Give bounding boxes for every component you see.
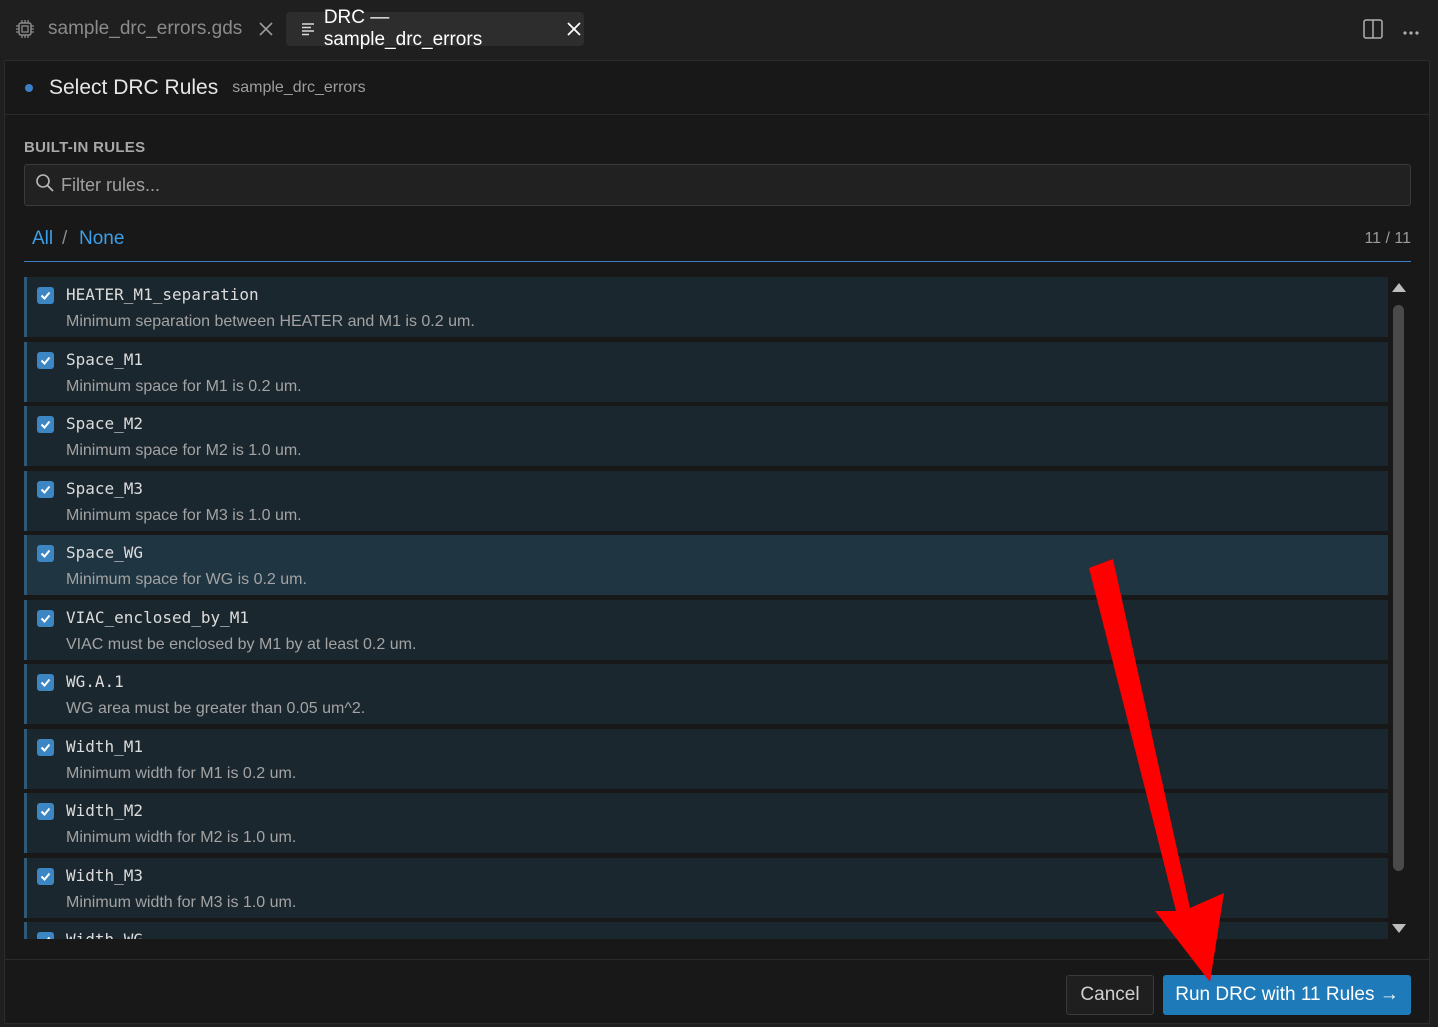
scrollbar[interactable]: [1390, 279, 1408, 939]
scrollbar-thumb[interactable]: [1393, 305, 1404, 871]
rule-item[interactable]: Width_M2 Minimum width for M2 is 1.0 um.: [24, 793, 1388, 853]
rule-item[interactable]: Width_M1 Minimum width for M1 is 0.2 um.: [24, 728, 1388, 789]
checkbox-checked-icon[interactable]: [37, 480, 54, 498]
tab-gds-file[interactable]: sample_drc_errors.gds: [14, 12, 276, 46]
selection-separator: /: [62, 228, 68, 249]
panel-header: Select DRC Rules sample_drc_errors: [5, 61, 1429, 115]
checkbox-checked-icon[interactable]: [37, 867, 54, 885]
rule-item[interactable]: Width_M3 Minimum width for M3 is 1.0 um.: [24, 857, 1388, 918]
rule-description: Minimum separation between HEATER and M1…: [66, 313, 475, 330]
selection-row: All / None 11 / 11: [24, 224, 1411, 262]
rule-name: VIAC_enclosed_by_M1: [66, 607, 250, 627]
rule-description: Minimum width for M1 is 0.2 um.: [66, 764, 297, 782]
rule-name: WG.A.1: [66, 672, 124, 691]
more-actions-icon[interactable]: [1402, 23, 1420, 41]
rule-item[interactable]: WG.A.1 WG area must be greater than 0.05…: [24, 664, 1388, 724]
rule-name: Width_M1: [66, 736, 144, 756]
rule-name: Width_M2: [66, 801, 144, 820]
rule-name: HEATER_M1_separation: [66, 285, 259, 304]
rule-item[interactable]: Space_M3 Minimum space for M3 is 1.0 um.: [24, 470, 1388, 531]
checkbox-checked-icon[interactable]: [37, 609, 54, 627]
drc-panel: Select DRC Rules sample_drc_errors BUILT…: [4, 60, 1430, 1024]
checkbox-checked-icon[interactable]: [37, 674, 54, 691]
select-none-link[interactable]: None: [79, 228, 124, 250]
scroll-down-icon[interactable]: [1392, 921, 1406, 939]
select-all-link[interactable]: All: [32, 228, 53, 250]
split-editor-icon[interactable]: [1362, 18, 1384, 45]
tab-label: sample_drc_errors.gds: [48, 18, 243, 39]
rule-item[interactable]: VIAC_enclosed_by_M1 VIAC must be enclose…: [24, 599, 1388, 660]
rule-item[interactable]: Space_M1 Minimum space for M1 is 0.2 um.: [24, 341, 1388, 402]
rule-list: HEATER_M1_separation Minimum separation …: [24, 277, 1388, 939]
run-drc-button[interactable]: Run DRC with 11 Rules →: [1163, 975, 1411, 1015]
close-icon[interactable]: [564, 19, 584, 39]
rule-item-hovered[interactable]: Space_WG Minimum space for WG is 0.2 um.: [24, 535, 1388, 595]
checkbox-checked-icon[interactable]: [37, 287, 54, 304]
tab-label: DRC — sample_drc_errors: [323, 7, 483, 50]
rule-item[interactable]: Space_M2 Minimum space for M2 is 1.0 um.: [24, 406, 1388, 466]
filter-box: [24, 164, 1411, 206]
page-subtitle: sample_drc_errors: [232, 78, 366, 96]
scroll-up-icon[interactable]: [1392, 279, 1406, 297]
rule-item[interactable]: Width_WG: [24, 922, 1388, 939]
tab-drc[interactable]: DRC — sample_drc_errors: [286, 7, 584, 50]
checkbox-checked-icon[interactable]: [37, 803, 54, 820]
filter-input[interactable]: [61, 174, 1361, 196]
rule-description: Minimum space for M3 is 1.0 um.: [66, 506, 302, 524]
rule-description: VIAC must be enclosed by M1 by at least …: [66, 635, 417, 653]
rule-name: Width_M3: [66, 865, 144, 885]
rule-description: Minimum width for M2 is 1.0 um.: [66, 829, 297, 846]
rule-name: Space_M3: [66, 478, 144, 498]
selected-count: 11 / 11: [1364, 230, 1411, 247]
chip-icon: [14, 18, 36, 40]
rule-description: Minimum space for M1 is 0.2 um.: [66, 377, 302, 395]
section-label: BUILT-IN RULES: [24, 139, 146, 156]
lines-icon: [300, 18, 316, 40]
rule-description: Minimum width for M3 is 1.0 um.: [66, 893, 297, 911]
close-icon[interactable]: [256, 19, 276, 39]
search-icon: [35, 173, 55, 198]
panel-footer: Cancel Run DRC with 11 Rules →: [5, 959, 1429, 1025]
checkbox-checked-icon[interactable]: [37, 416, 54, 433]
rule-description: WG area must be greater than 0.05 um^2.: [66, 700, 366, 717]
rule-description: Minimum space for WG is 0.2 um.: [66, 571, 307, 588]
page-title: Select DRC Rules: [49, 75, 219, 99]
rule-item[interactable]: HEATER_M1_separation Minimum separation …: [24, 277, 1388, 337]
rule-name: Space_M2: [66, 414, 144, 433]
status-dot-icon: [25, 83, 33, 92]
rule-name: Width_WG: [66, 930, 143, 939]
checkbox-checked-icon[interactable]: [37, 545, 54, 562]
rule-name: Space_WG: [66, 543, 144, 562]
checkbox-checked-icon[interactable]: [37, 351, 54, 369]
checkbox-checked-icon[interactable]: [37, 738, 54, 756]
rule-description: Minimum space for M2 is 1.0 um.: [66, 442, 302, 459]
cancel-button[interactable]: Cancel: [1066, 975, 1154, 1015]
tab-bar: sample_drc_errors.gds DRC — sample_drc_e…: [0, 0, 1438, 60]
rule-name: Space_M1: [66, 349, 144, 369]
checkbox-checked-icon[interactable]: [37, 932, 54, 939]
